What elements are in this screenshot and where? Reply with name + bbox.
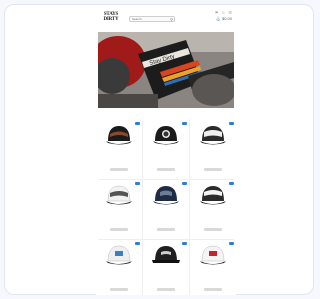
trucker-cap-icon bbox=[193, 241, 233, 269]
sale-badge bbox=[135, 242, 140, 245]
trucker-cap-icon bbox=[146, 121, 186, 149]
sale-badge bbox=[229, 242, 234, 245]
add-to-cart-button[interactable] bbox=[110, 228, 128, 231]
product-card[interactable] bbox=[143, 119, 189, 179]
hero-image: Stay Dirty bbox=[98, 32, 234, 108]
product-card[interactable] bbox=[190, 179, 236, 239]
sale-badge bbox=[182, 122, 187, 125]
sale-badge bbox=[229, 122, 234, 125]
product-card[interactable] bbox=[190, 119, 236, 179]
account-icon[interactable]: ☺ bbox=[221, 10, 225, 15]
trucker-cap-icon bbox=[146, 241, 186, 269]
site-logo[interactable]: STAYS DIRTY bbox=[100, 12, 122, 22]
add-to-cart-button[interactable] bbox=[204, 288, 222, 291]
add-to-cart-button[interactable] bbox=[110, 168, 128, 171]
product-card[interactable] bbox=[96, 119, 142, 179]
sale-badge bbox=[182, 182, 187, 185]
product-card[interactable] bbox=[96, 239, 142, 295]
product-card[interactable] bbox=[143, 239, 189, 295]
trucker-cap-icon bbox=[193, 181, 233, 209]
search-icon[interactable]: ⚲ bbox=[170, 17, 173, 22]
trucker-cap-icon bbox=[99, 121, 139, 149]
product-card[interactable] bbox=[143, 179, 189, 239]
sale-badge bbox=[229, 182, 234, 185]
sale-badge bbox=[182, 242, 187, 245]
menu-icon[interactable]: ☰ bbox=[228, 10, 232, 15]
site-header: STAYS DIRTY ⚲ ⚑ ☺ ☰ ⚓ $0.00 bbox=[96, 6, 236, 28]
trucker-cap-icon bbox=[146, 181, 186, 209]
trucker-cap-icon bbox=[99, 241, 139, 269]
header-utility-icons: ⚑ ☺ ☰ bbox=[215, 10, 232, 15]
trucker-cap-icon bbox=[193, 121, 233, 149]
flag-icon[interactable]: ⚑ bbox=[215, 10, 219, 15]
sale-badge bbox=[135, 122, 140, 125]
site-logo-text: STAYS DIRTY bbox=[103, 12, 119, 22]
product-card[interactable] bbox=[96, 179, 142, 239]
add-to-cart-button[interactable] bbox=[110, 288, 128, 291]
add-to-cart-button[interactable] bbox=[204, 168, 222, 171]
search-input[interactable] bbox=[132, 17, 168, 21]
add-to-cart-button[interactable] bbox=[204, 228, 222, 231]
add-to-cart-button[interactable] bbox=[157, 288, 175, 291]
add-to-cart-button[interactable] bbox=[157, 168, 175, 171]
search-bar[interactable]: ⚲ bbox=[129, 16, 175, 22]
cart-link[interactable]: ⚓ $0.00 bbox=[216, 16, 232, 21]
product-card[interactable] bbox=[190, 239, 236, 295]
add-to-cart-button[interactable] bbox=[157, 228, 175, 231]
hero-banner[interactable]: Stay Dirty bbox=[98, 32, 234, 108]
store-page: STAYS DIRTY ⚲ ⚑ ☺ ☰ ⚓ $0.00 Stay Dirty bbox=[96, 6, 236, 295]
trucker-cap-icon bbox=[99, 181, 139, 209]
sale-badge bbox=[135, 182, 140, 185]
